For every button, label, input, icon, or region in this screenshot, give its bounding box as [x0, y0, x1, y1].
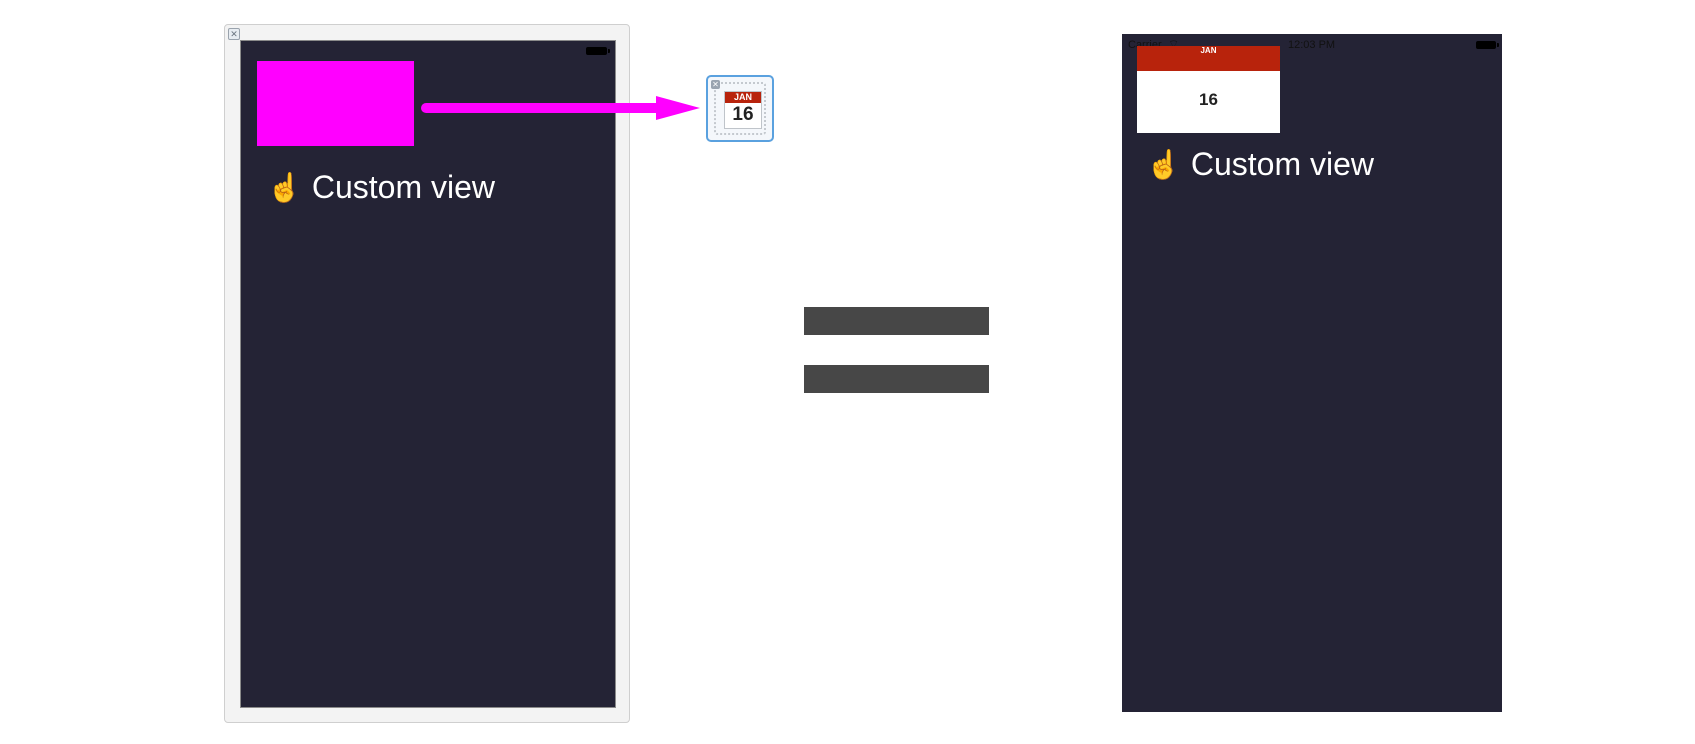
simulator-label-row: ☝ Custom view [1146, 146, 1374, 183]
pointing-hand-icon: ☝ [1146, 149, 1181, 180]
scene-close-icon[interactable]: ✕ [228, 28, 240, 40]
calendar-day: 16 [732, 104, 754, 125]
simulator-label: Custom view [1190, 146, 1375, 182]
storyboard-view-controller-screen: ☝ Custom view [240, 40, 616, 708]
close-icon: ✕ [711, 80, 720, 89]
calendar-xib-icon[interactable]: ✕ JAN 16 [706, 75, 774, 142]
calendar-month: JAN [1137, 46, 1280, 71]
calendar-view[interactable]: JAN 16 [1137, 46, 1280, 133]
equals-bar-bottom [804, 365, 989, 393]
status-time: 12:03 PM [1288, 39, 1336, 51]
storyboard-scene[interactable]: ✕ ☝ Custom view [224, 24, 630, 723]
battery-icon [1476, 41, 1499, 49]
equals-bar-top [804, 307, 989, 335]
calendar-month: JAN [725, 92, 761, 103]
calendar-icon: JAN 16 [724, 91, 762, 129]
storyboard-label-row: ☝ Custom view [267, 169, 495, 206]
pointing-hand-icon: ☝ [267, 172, 302, 203]
storyboard-label[interactable]: Custom view [312, 169, 495, 206]
custom-view-placeholder[interactable] [257, 61, 414, 146]
battery-icon [586, 47, 610, 55]
simulator-screen: Carrier ⌔ 12:03 PM JAN 16 ☝ Custom view [1122, 34, 1502, 712]
calendar-day: 16 [1199, 90, 1218, 109]
arrow-right-icon [421, 96, 700, 120]
